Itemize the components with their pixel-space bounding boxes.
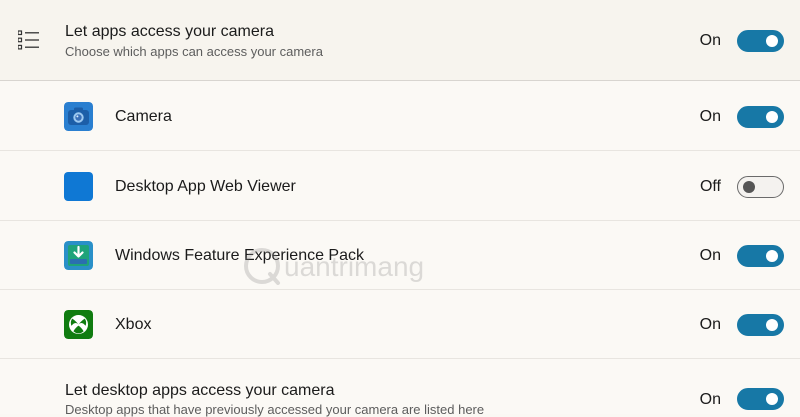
windows-feature-experience-pack-icon: [64, 241, 93, 270]
xbox-icon: [64, 310, 93, 339]
toggle-knob: [766, 35, 778, 47]
app-state-camera: On: [699, 108, 721, 125]
app-state-xbox: On: [699, 316, 721, 333]
app-name-xbox: Xbox: [115, 316, 152, 333]
toggle-knob: [766, 250, 778, 262]
app-row-xbox[interactable]: Xbox On: [0, 290, 800, 359]
camera-access-toggle[interactable]: [737, 30, 784, 52]
desktop-apps-access-state-label: On: [699, 391, 721, 408]
app-row-desktop-app-web-viewer[interactable]: Desktop App Web Viewer Off: [0, 152, 800, 221]
xbox-toggle[interactable]: [737, 314, 784, 336]
camera-app-icon: [64, 102, 93, 131]
desktop-apps-access-row[interactable]: Let desktop apps access your camera Desk…: [0, 360, 800, 417]
camera-app-toggle[interactable]: [737, 106, 784, 128]
list-settings-icon: [18, 30, 39, 50]
app-name-windows-feature-experience-pack: Windows Feature Experience Pack: [115, 247, 364, 264]
windows-feature-experience-pack-toggle[interactable]: [737, 245, 784, 267]
desktop-apps-access-subtitle: Desktop apps that have previously access…: [65, 402, 485, 417]
app-name-desktop-app-web-viewer: Desktop App Web Viewer: [115, 178, 296, 195]
desktop-apps-access-toggle[interactable]: [737, 388, 784, 410]
camera-access-master-row[interactable]: Let apps access your camera Choose which…: [0, 0, 800, 81]
app-row-windows-feature-experience-pack[interactable]: Windows Feature Experience Pack On: [0, 221, 800, 290]
app-row-camera[interactable]: Camera On: [0, 82, 800, 151]
toggle-knob: [766, 319, 778, 331]
toggle-knob: [766, 111, 778, 123]
desktop-app-web-viewer-toggle[interactable]: [737, 176, 784, 198]
toggle-knob: [743, 180, 755, 193]
camera-access-title: Let apps access your camera: [65, 23, 274, 40]
camera-access-state-label: On: [699, 32, 721, 49]
app-name-camera: Camera: [115, 108, 172, 125]
desktop-app-web-viewer-icon: [64, 172, 93, 201]
toggle-knob: [766, 393, 778, 405]
camera-access-subtitle: Choose which apps can access your camera: [65, 44, 323, 59]
camera-privacy-panel: Let apps access your camera Choose which…: [0, 0, 800, 417]
app-state-windows-feature-experience-pack: On: [699, 247, 721, 264]
desktop-apps-access-title: Let desktop apps access your camera: [65, 382, 335, 399]
app-state-desktop-app-web-viewer: Off: [699, 178, 721, 195]
